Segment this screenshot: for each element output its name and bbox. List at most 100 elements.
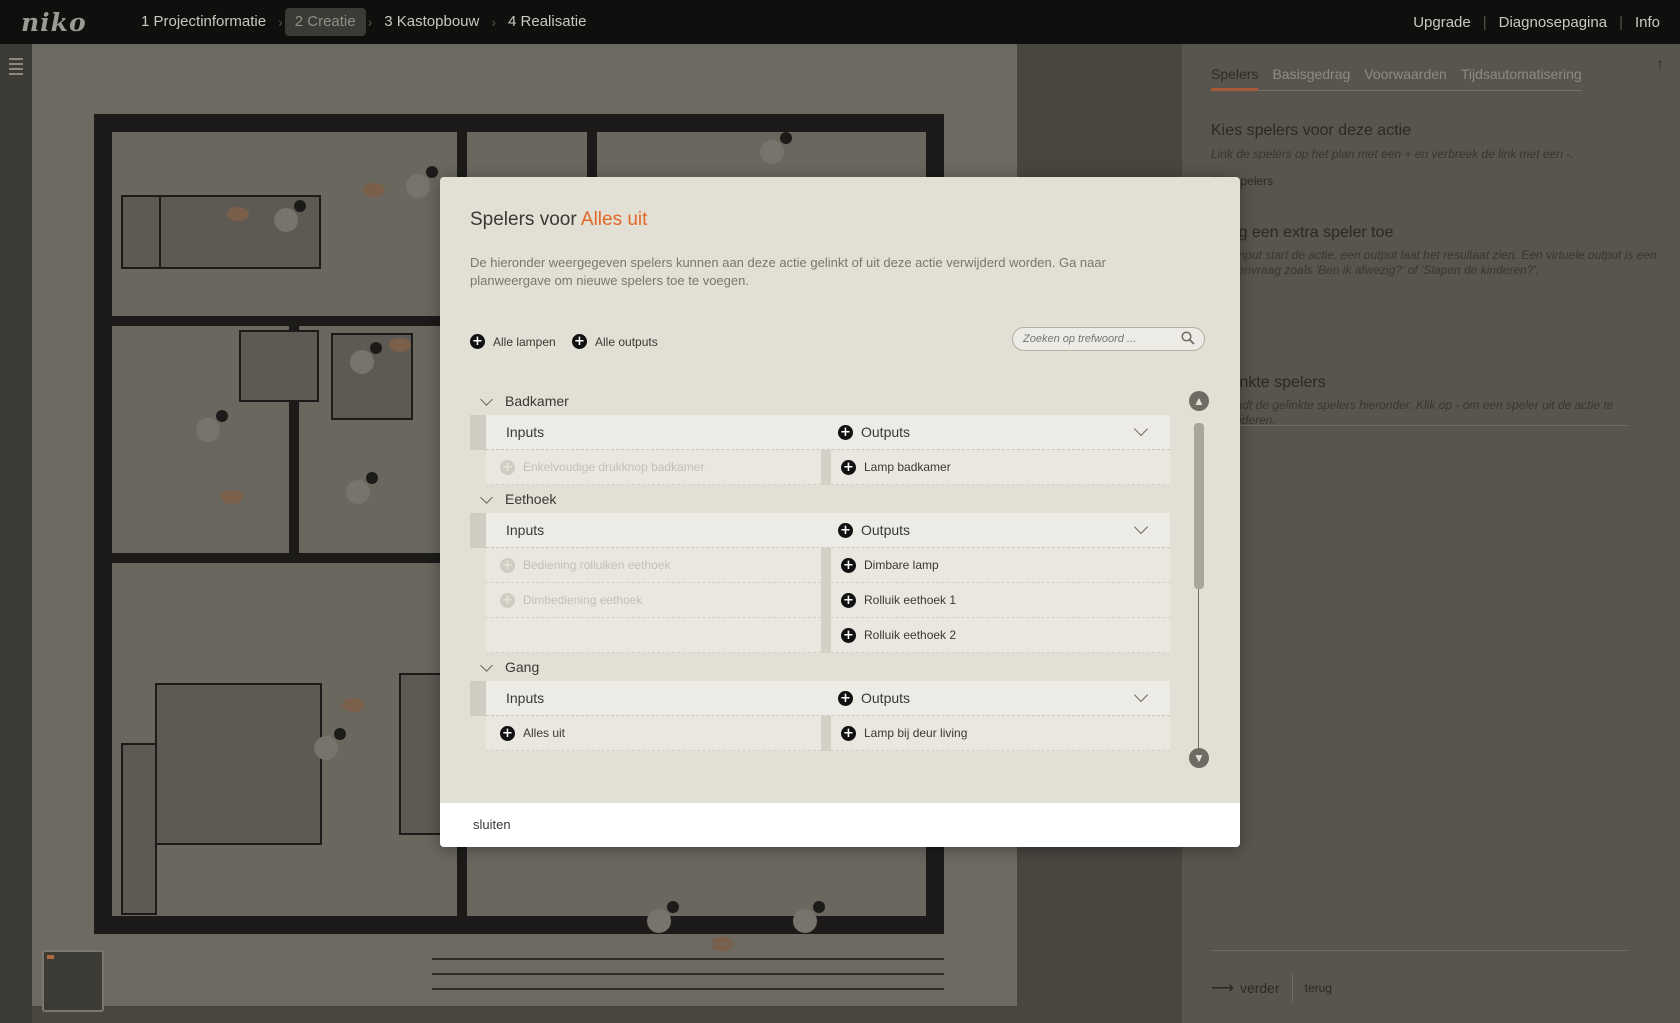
plus-icon[interactable]: + bbox=[838, 690, 853, 706]
add-all-outputs-button[interactable]: + Alle outputs bbox=[572, 334, 658, 349]
group-name: Gang bbox=[505, 659, 540, 675]
divider: | bbox=[1482, 13, 1487, 31]
chevron-down-icon[interactable] bbox=[1133, 519, 1149, 535]
scrollbar-thumb[interactable] bbox=[1194, 423, 1204, 589]
chevron-right-icon: › bbox=[278, 14, 283, 30]
plus-icon: + bbox=[500, 557, 515, 573]
input-cell[interactable]: + Bediening rolluiken eethoek bbox=[486, 548, 821, 583]
list-item: + Bediening rolluiken eethoek + Dimbare la… bbox=[470, 548, 1170, 583]
column-header: Inputs + Outputs bbox=[486, 415, 1170, 450]
left-toolbar bbox=[0, 44, 32, 1023]
divider: | bbox=[1619, 13, 1623, 31]
inputs-header: Inputs bbox=[506, 424, 545, 440]
list-item: + Alles uit + Lamp bij deur living bbox=[470, 716, 1170, 751]
modal-footer: sluiten bbox=[440, 803, 1240, 847]
plus-icon: + bbox=[572, 334, 587, 349]
search-icon[interactable] bbox=[1181, 331, 1195, 345]
output-cell[interactable]: + Lamp bij deur living bbox=[831, 716, 1170, 751]
input-label: Dimbediening eethoek bbox=[523, 593, 643, 607]
input-cell bbox=[486, 618, 821, 653]
add-all-lamps-label: Alle lampen bbox=[493, 334, 556, 349]
list-item: + Rolluik eethoek 2 bbox=[470, 618, 1170, 653]
info-link[interactable]: Info bbox=[1635, 14, 1660, 31]
chevron-down-icon bbox=[480, 658, 493, 672]
panel-footer: ⟶ verder terug bbox=[1211, 974, 1332, 1002]
niko-logo[interactable]: niko bbox=[21, 8, 131, 37]
choose-players-title: Kies spelers voor deze actie bbox=[1211, 122, 1412, 139]
upgrade-link[interactable]: Upgrade bbox=[1413, 14, 1471, 31]
input-cell[interactable]: + Enkelvoudige drukknop badkamer bbox=[486, 450, 821, 485]
outputs-header: Outputs bbox=[861, 522, 911, 538]
list-item: + Enkelvoudige drukknop badkamer + Lamp ba… bbox=[470, 450, 1170, 485]
output-cell[interactable]: + Dimbare lamp bbox=[831, 548, 1170, 583]
tab-spelers[interactable]: Spelers bbox=[1211, 66, 1259, 91]
group-bar bbox=[470, 513, 486, 548]
step-kastopbouw[interactable]: 3 Kastopbouw bbox=[374, 8, 489, 36]
chevron-down-icon[interactable] bbox=[1133, 687, 1149, 703]
group-name: Eethoek bbox=[505, 491, 557, 507]
menu-icon[interactable] bbox=[9, 58, 23, 78]
column-header: Inputs + Outputs bbox=[486, 513, 1170, 548]
input-cell[interactable]: + Dimbediening eethoek bbox=[486, 583, 821, 618]
inputs-header: Inputs bbox=[506, 690, 545, 706]
plus-icon[interactable]: + bbox=[838, 522, 853, 538]
plus-icon: + bbox=[500, 725, 515, 741]
scroll-up-icon[interactable]: ▲ bbox=[1189, 391, 1209, 411]
column-header: Inputs + Outputs bbox=[486, 681, 1170, 716]
group-bar bbox=[470, 681, 486, 716]
step-projectinformatie[interactable]: 1 Projectinformatie bbox=[131, 8, 276, 36]
modal-title-prefix: Spelers voor bbox=[470, 209, 577, 230]
input-label: Enkelvoudige drukknop badkamer bbox=[523, 460, 705, 474]
minimap[interactable] bbox=[42, 950, 104, 1012]
group-header-badkamer[interactable]: Badkamer bbox=[470, 387, 1170, 415]
output-label: Rolluik eethoek 2 bbox=[864, 628, 957, 642]
top-right-links: Upgrade | Diagnosepagina | Info bbox=[1413, 0, 1660, 44]
scroll-top-icon[interactable]: ↑ bbox=[1656, 56, 1664, 74]
divider bbox=[1211, 950, 1627, 951]
tab-basisgedrag[interactable]: Basisgedrag bbox=[1272, 66, 1350, 82]
divider bbox=[1291, 974, 1293, 1002]
tab-tijdsautomatisering[interactable]: Tijdsautomatisering bbox=[1461, 66, 1582, 82]
plus-icon: + bbox=[841, 627, 856, 643]
output-cell[interactable]: + Rolluik eethoek 1 bbox=[831, 583, 1170, 618]
arrow-right-icon: ⟶ bbox=[1211, 980, 1234, 997]
divider bbox=[1211, 425, 1627, 426]
output-cell[interactable]: + Lamp badkamer bbox=[831, 450, 1170, 485]
close-button[interactable]: sluiten bbox=[473, 817, 511, 832]
group-body: Inputs + Outputs bbox=[470, 681, 1170, 716]
chevron-down-icon[interactable] bbox=[1133, 421, 1149, 437]
plus-icon: + bbox=[470, 334, 485, 349]
add-all-lamps-button[interactable]: + Alle lampen bbox=[470, 334, 556, 349]
group-header-gang[interactable]: Gang bbox=[470, 653, 1170, 681]
extra-player-desc: Een input start de actie, een output laa… bbox=[1211, 248, 1657, 277]
group-body: Inputs + Outputs bbox=[470, 513, 1170, 548]
step-creatie[interactable]: 2 Creatie bbox=[284, 8, 366, 36]
input-cell[interactable]: + Alles uit bbox=[486, 716, 821, 751]
back-button[interactable]: terug bbox=[1305, 981, 1332, 995]
plus-icon: + bbox=[500, 592, 515, 608]
group-bar bbox=[470, 415, 486, 450]
plus-icon[interactable]: + bbox=[838, 424, 853, 440]
chevron-down-icon bbox=[480, 490, 493, 504]
modal-description: De hieronder weergegeven spelers kunnen … bbox=[470, 255, 1106, 288]
output-cell[interactable]: + Rolluik eethoek 2 bbox=[831, 618, 1170, 653]
plus-icon: + bbox=[500, 459, 515, 475]
output-label: Lamp badkamer bbox=[864, 460, 951, 474]
plus-icon: + bbox=[841, 725, 856, 741]
chevron-right-icon: › bbox=[367, 14, 373, 30]
search-input[interactable] bbox=[1012, 327, 1205, 351]
input-label: Bediening rolluiken eethoek bbox=[523, 558, 671, 572]
diagnosepagina-link[interactable]: Diagnosepagina bbox=[1499, 14, 1607, 31]
next-button[interactable]: verder bbox=[1240, 980, 1280, 996]
modal-title-action: Alles uit bbox=[580, 209, 648, 230]
group-header-eethoek[interactable]: Eethoek bbox=[470, 485, 1170, 513]
plus-icon: + bbox=[841, 592, 856, 608]
scroll-down-icon[interactable]: ▼ bbox=[1189, 748, 1209, 768]
tab-voorwaarden[interactable]: Voorwaarden bbox=[1364, 66, 1447, 82]
panel-tabs: Spelers Basisgedrag Voorwaarden Tijdsaut… bbox=[1211, 66, 1582, 91]
output-label: Rolluik eethoek 1 bbox=[864, 593, 957, 607]
modal-title: Spelers voor Alles uit bbox=[470, 209, 647, 231]
right-panel: Spelers Basisgedrag Voorwaarden Tijdsaut… bbox=[1182, 44, 1680, 1023]
step-realisatie[interactable]: 4 Realisatie bbox=[498, 8, 596, 36]
linked-players-desc: Je vindt de gelinkte spelers hieronder. … bbox=[1211, 398, 1614, 427]
